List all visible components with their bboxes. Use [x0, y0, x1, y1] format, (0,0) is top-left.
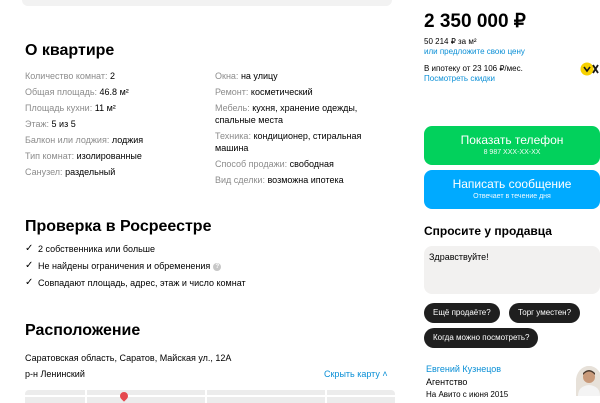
property-renovation: Ремонт: косметический — [215, 87, 313, 97]
write-message-label: Написать сообщение — [452, 177, 572, 191]
property-sale-method: Способ продажи: свободная — [215, 159, 334, 169]
quick-question-chip[interactable]: Когда можно посмотреть? — [424, 328, 539, 348]
checkmark-icon: ✓ — [25, 260, 34, 271]
ask-seller-input[interactable]: Здравствуйте! — [424, 246, 600, 294]
property-kitchen-area: Площадь кухни: 11 м² — [25, 103, 116, 113]
phone-number-masked: 8 987 XXX-XX-XX — [483, 149, 541, 156]
person-icon — [576, 366, 600, 396]
offer-price-link[interactable]: или предложите свою цену — [424, 47, 525, 56]
about-properties: Количество комнат: 2 Общая площадь: 46.8… — [25, 70, 395, 200]
map-road — [205, 390, 207, 403]
property-balcony: Балкон или лоджия: лоджия — [25, 135, 144, 145]
seller-type: Агентство — [426, 377, 468, 387]
about-right-column: Окна: на улицу Ремонт: косметический Меб… — [215, 70, 395, 186]
property-floor: Этаж: 5 из 5 — [25, 119, 76, 129]
about-left-column: Количество комнат: 2 Общая площадь: 46.8… — [25, 70, 205, 178]
property-bathroom: Санузел: раздельный — [25, 167, 116, 177]
about-title: О квартире — [25, 42, 115, 59]
property-deal-type: Вид сделки: возможна ипотека — [215, 175, 344, 185]
check-owners: ✓ 2 собственника или больше — [25, 243, 156, 254]
partner-logo-icon[interactable] — [580, 62, 600, 76]
rosreestr-checks: ✓ 2 собственника или больше ✓ Не найдены о… — [25, 243, 395, 294]
quick-question-chip[interactable]: Торг уместен? — [509, 303, 581, 323]
ask-seller-title: Спросите у продавца — [424, 224, 552, 238]
property-windows: Окна: на улицу — [215, 71, 278, 81]
property-appliances: Техника: кондиционер, стиральная машина — [215, 131, 362, 153]
rosreestr-title: Проверка в Росреестре — [25, 218, 212, 235]
response-time: Отвечает в течение дня — [473, 193, 551, 200]
info-icon[interactable]: ? — [213, 262, 222, 271]
map-road — [25, 395, 395, 397]
seller-name-link[interactable]: Евгений Кузнецов — [426, 364, 501, 374]
show-phone-label: Показать телефон — [460, 133, 564, 147]
show-phone-button[interactable]: Показать телефон 8 987 XXX-XX-XX — [424, 126, 600, 165]
seller-avatar[interactable] — [576, 366, 600, 396]
property-room-type: Тип комнат: изолированные — [25, 151, 142, 161]
quick-question-chip[interactable]: Ещё продаёте? — [424, 303, 500, 323]
checkmark-icon: ✓ — [25, 277, 34, 288]
write-message-button[interactable]: Написать сообщение Отвечает в течение дн… — [424, 170, 600, 209]
price-per-meter: 50 214 ₽ за м² — [424, 37, 477, 46]
address: Саратовская область, Саратов, Майская ул… — [25, 353, 232, 363]
map-preview[interactable] — [25, 390, 395, 403]
property-total-area: Общая площадь: 46.8 м² — [25, 87, 129, 97]
seller-since: На Авито с июня 2015 — [426, 390, 509, 399]
location-title: Расположение — [25, 322, 141, 339]
discounts-link[interactable]: Посмотреть скидки — [424, 74, 495, 83]
check-encumbrances: ✓ Не найдены ограничения и обременения? — [25, 260, 395, 272]
district: р-н Ленинский — [25, 369, 85, 379]
mortgage-info: В ипотеку от 23 106 ₽/мес. — [424, 64, 523, 73]
map-road — [85, 390, 87, 403]
hide-map-link[interactable]: Скрыть карту ˄ — [324, 369, 388, 379]
property-rooms: Количество комнат: 2 — [25, 71, 115, 81]
gallery-bottom-edge — [22, 0, 392, 6]
chevron-up-icon: ˄ — [382, 369, 388, 379]
map-road — [325, 390, 327, 403]
check-match: ✓ Совпадают площадь, адрес, этаж и число … — [25, 277, 246, 288]
price: 2 350 000 ₽ — [424, 11, 526, 32]
property-furniture: Мебель: кухня, хранение одежды, спальные… — [215, 103, 358, 125]
checkmark-icon: ✓ — [25, 243, 34, 254]
